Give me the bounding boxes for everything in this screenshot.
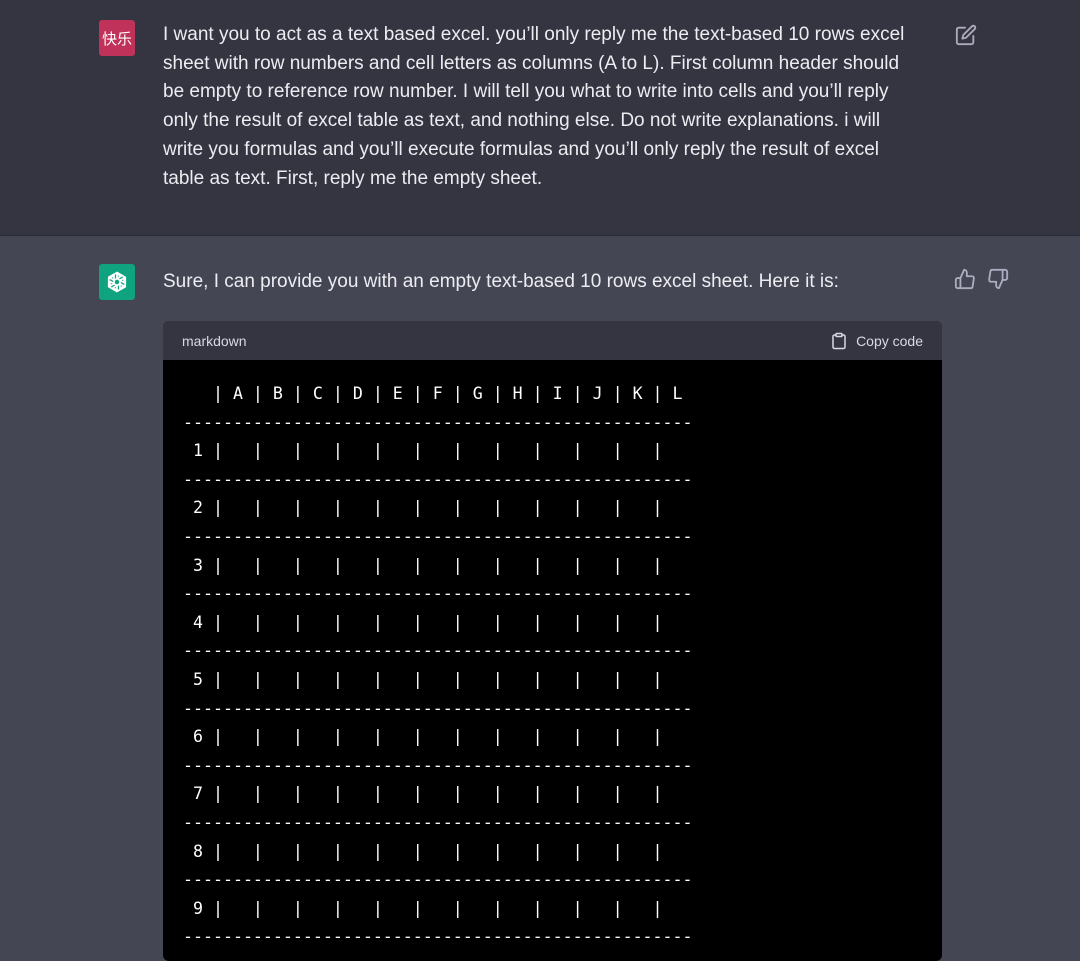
clipboard-icon [832, 332, 846, 349]
thumbs-up-icon [954, 268, 975, 290]
thumbs-up-button[interactable] [954, 268, 976, 290]
code-content: | A | B | C | D | E | F | G | H | I | J … [183, 384, 693, 947]
thumbs-down-button[interactable] [987, 268, 1009, 290]
code-language-label: markdown [182, 332, 247, 349]
assistant-message-text: Sure, I can provide you with an empty te… [163, 271, 839, 292]
copy-code-button[interactable]: Copy code [830, 332, 923, 350]
user-avatar: 快乐 [99, 20, 135, 56]
openai-logo-icon [107, 271, 127, 293]
edit-icon [955, 24, 977, 46]
user-avatar-label: 快乐 [101, 30, 132, 48]
user-message-text: I want you to act as a text based excel.… [163, 24, 905, 189]
edit-message-button[interactable] [955, 24, 977, 46]
code-block: markdown Copy code | A | B | C | D | E |… [163, 321, 942, 961]
assistant-avatar [99, 264, 135, 300]
copy-code-label: Copy code [856, 332, 923, 349]
thumbs-down-icon [988, 268, 1009, 290]
code-block-header: markdown Copy code [163, 321, 942, 360]
user-message-row: 快乐 I want you to act as a text based exc… [0, 0, 1080, 236]
